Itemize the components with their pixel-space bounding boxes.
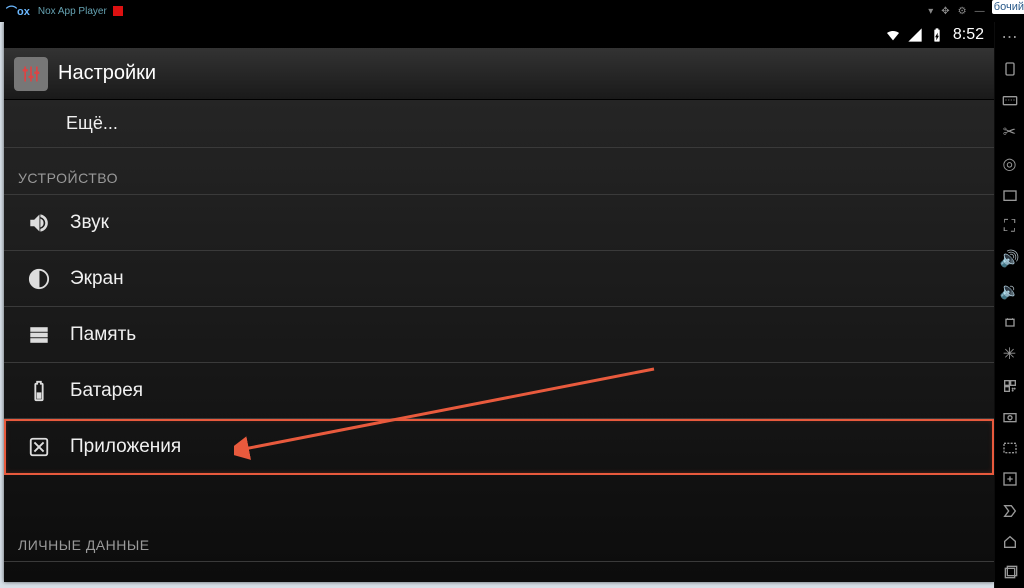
folder-icon[interactable] — [1001, 187, 1019, 204]
item-sound[interactable]: Звук — [4, 195, 994, 251]
keyboard-icon[interactable] — [1001, 91, 1019, 108]
nox-logo: ⌒ox — [6, 3, 30, 19]
home-icon[interactable] — [1001, 533, 1019, 550]
camera-icon[interactable] — [1001, 408, 1019, 425]
more-icon[interactable]: ⋯ — [1001, 28, 1019, 46]
emulator-viewport: 8:52 Настройки Ещё... УСТРОЙСТВО Звук Эк… — [4, 22, 994, 582]
back-icon[interactable] — [1001, 502, 1019, 519]
side-toolbar: ⋯ ✂ ◎ ⛶ 🔊 🔉 ✳ — [994, 22, 1024, 588]
rotate-icon[interactable] — [1001, 60, 1019, 77]
background-peek-text: бочий — [992, 0, 1024, 14]
item-battery[interactable]: Батарея — [4, 363, 994, 419]
volume-down-icon[interactable]: 🔉 — [1001, 282, 1019, 300]
item-more[interactable]: Ещё... — [4, 100, 994, 148]
battery-icon — [929, 27, 945, 43]
apps-icon — [28, 436, 50, 458]
location-icon[interactable]: ◎ — [1001, 155, 1019, 173]
display-icon — [28, 268, 50, 290]
item-label: Ещё... — [66, 113, 118, 134]
android-status-bar: 8:52 — [4, 22, 994, 48]
volume-up-icon[interactable]: 🔊 — [1001, 250, 1019, 268]
page-title: Настройки — [58, 62, 156, 85]
item-label: Звук — [70, 212, 109, 234]
status-clock: 8:52 — [953, 26, 984, 44]
minimize-button[interactable]: — — [975, 6, 985, 17]
settings-icon — [14, 57, 48, 91]
item-label: Память — [70, 324, 136, 346]
app-title: Nox App Player — [38, 6, 107, 17]
apk-icon[interactable] — [1001, 314, 1019, 331]
scissors-icon[interactable]: ✂ — [1001, 123, 1019, 141]
alert-icon — [113, 6, 123, 16]
fullscreen-icon[interactable]: ⛶ — [1001, 218, 1019, 236]
multi-icon[interactable] — [1001, 377, 1019, 394]
item-display[interactable]: Экран — [4, 251, 994, 307]
gear-icon[interactable]: ⚙ — [958, 6, 967, 17]
item-label: Батарея — [70, 380, 143, 402]
settings-header: Настройки — [4, 48, 994, 100]
storage-icon — [28, 324, 50, 346]
item-storage[interactable]: Память — [4, 307, 994, 363]
add-icon[interactable] — [1001, 471, 1019, 488]
signal-icon — [907, 27, 923, 43]
battery-icon — [28, 380, 50, 402]
category-personal: ЛИЧНЫЕ ДАННЫЕ — [4, 515, 994, 562]
expand-icon[interactable]: ▾ — [928, 6, 933, 17]
sound-icon — [28, 212, 50, 234]
screenshot-icon[interactable] — [1001, 440, 1019, 457]
item-label: Экран — [70, 268, 124, 290]
loading-icon[interactable]: ✳ — [1001, 345, 1019, 363]
category-device: УСТРОЙСТВО — [4, 148, 994, 195]
wifi-icon — [885, 27, 901, 43]
settings-list[interactable]: Ещё... УСТРОЙСТВО Звук Экран Память Бата… — [4, 100, 994, 582]
item-apps[interactable]: Приложения — [4, 419, 994, 475]
move-icon[interactable]: ✥ — [941, 6, 949, 17]
window-title-bar: ⌒ox Nox App Player ▾ ✥ ⚙ — ☐ ✕ — [0, 0, 1024, 22]
recent-icon[interactable] — [1001, 565, 1019, 582]
item-label: Приложения — [70, 436, 181, 458]
